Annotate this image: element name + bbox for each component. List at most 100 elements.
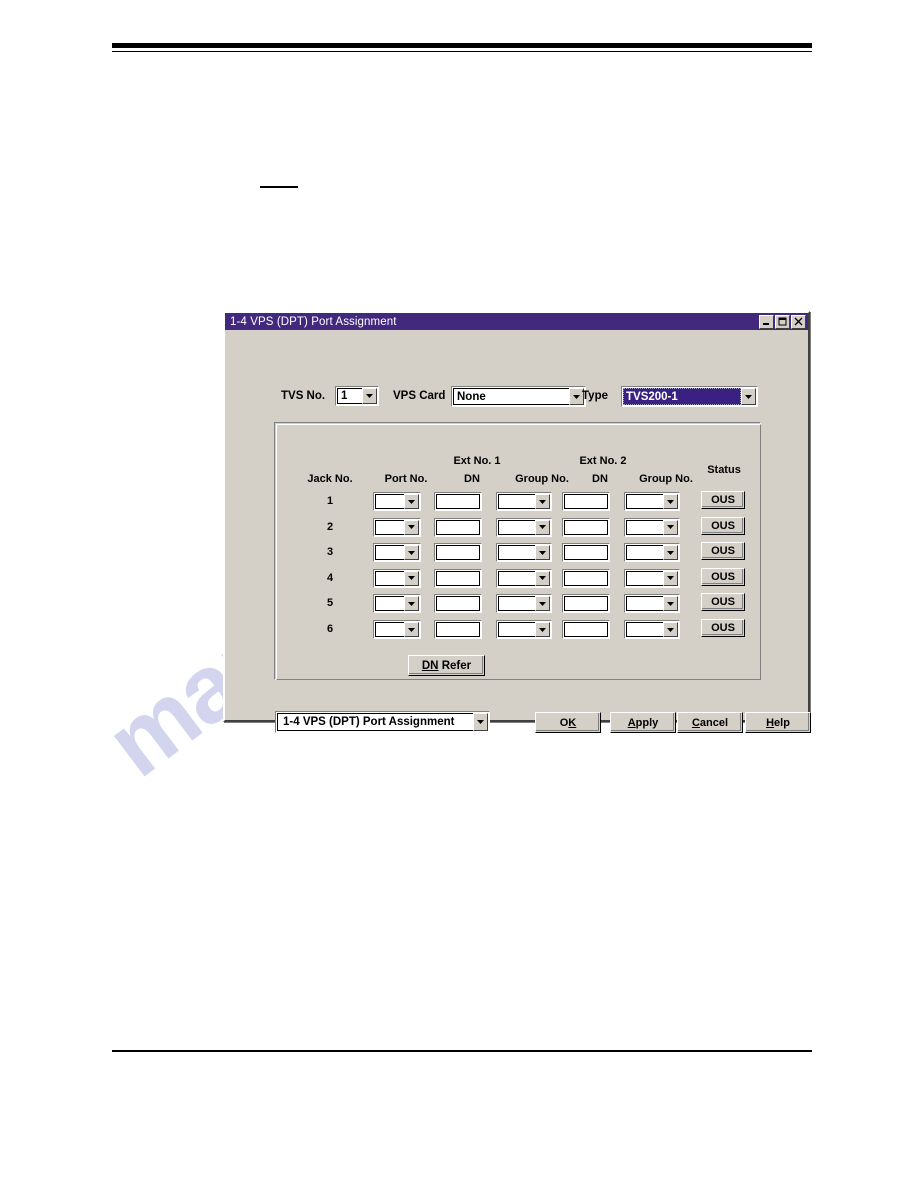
dn-2-field-row-3-value	[564, 545, 608, 561]
group-no-2-combo-row-6-arrow[interactable]	[663, 622, 678, 637]
port-no-combo-row-3-arrow[interactable]	[404, 545, 419, 561]
maximize-icon	[778, 317, 787, 326]
group-no-1-combo-row-6-arrow[interactable]	[535, 622, 550, 637]
port-no-combo-row-4-arrow[interactable]	[404, 570, 419, 586]
vps-card-combo[interactable]: None	[451, 386, 586, 407]
chevron-down-icon	[539, 601, 546, 606]
close-button[interactable]	[791, 314, 806, 329]
group-no-2-combo-row-5-arrow[interactable]	[663, 596, 678, 612]
status-button-row-5[interactable]: OUS	[701, 593, 745, 612]
help-button[interactable]: Help	[745, 712, 811, 733]
status-button-row-6[interactable]: OUS	[701, 619, 745, 637]
type-label: Type	[582, 390, 608, 402]
group-no-2-combo-row-5[interactable]	[624, 594, 680, 614]
group-no-1-combo-row-1[interactable]	[496, 492, 552, 511]
jack-no-4: 4	[326, 571, 334, 584]
group-no-2-combo-row-3-arrow[interactable]	[663, 545, 678, 561]
dn-1-field-row-3[interactable]	[434, 543, 482, 563]
tvs-no-label: TVS No.	[281, 390, 326, 402]
header-port-no: Port No.	[384, 473, 428, 485]
port-no-combo-row-6-arrow[interactable]	[404, 622, 419, 637]
group-no-2-combo-row-4-arrow[interactable]	[663, 570, 678, 586]
group-no-1-combo-row-1-arrow[interactable]	[535, 494, 550, 509]
group-no-1-combo-row-4-arrow[interactable]	[535, 570, 550, 586]
cancel-mnemonic: C	[691, 716, 700, 729]
group-no-2-combo-row-3[interactable]	[624, 543, 680, 563]
cancel-button[interactable]: Cancel	[677, 712, 743, 733]
group-no-2-combo-row-2-value-area	[626, 519, 663, 535]
group-no-2-combo-row-1-value-area	[626, 494, 663, 509]
dn-1-field-row-6[interactable]	[434, 620, 482, 639]
status-button-row-1[interactable]: OUS	[701, 491, 745, 509]
status-button-row-2[interactable]: OUS	[701, 516, 745, 535]
chevron-down-icon	[539, 550, 546, 555]
dn-2-field-row-5[interactable]	[562, 594, 610, 614]
maximize-button[interactable]	[775, 314, 790, 329]
vps-card-label: VPS Card	[393, 390, 446, 402]
chevron-down-icon	[573, 394, 580, 399]
group-no-2-combo-row-2-arrow[interactable]	[663, 519, 678, 535]
chevron-down-icon	[539, 576, 546, 581]
port-no-combo-row-5-arrow[interactable]	[404, 596, 419, 612]
group-no-2-combo-row-4[interactable]	[624, 568, 680, 588]
group-no-1-combo-row-4-value-area	[498, 570, 535, 586]
group-no-2-combo-row-2[interactable]	[624, 517, 680, 537]
dn-2-field-row-2[interactable]	[562, 517, 610, 537]
port-no-combo-row-4[interactable]	[373, 568, 421, 588]
dialog-titlebar[interactable]: 1-4 VPS (DPT) Port Assignment	[225, 313, 808, 330]
chevron-down-icon	[667, 525, 674, 530]
group-no-1-combo-row-6[interactable]	[496, 620, 552, 639]
dn-2-field-row-3[interactable]	[562, 543, 610, 563]
screen-selector-arrow[interactable]	[473, 713, 488, 731]
port-no-combo-row-6[interactable]	[373, 620, 421, 639]
status-button-row-4[interactable]: OUS	[701, 567, 745, 586]
status-button-row-3[interactable]: OUS	[701, 542, 745, 561]
chevron-down-icon	[667, 627, 674, 632]
group-no-1-combo-row-1-value-area	[498, 494, 535, 509]
screen-selector-combo[interactable]: 1-4 VPS (DPT) Port Assignment	[275, 711, 490, 733]
tvs-no-combo[interactable]: 1	[335, 386, 379, 406]
group-no-1-combo-row-3[interactable]	[496, 543, 552, 563]
port-no-combo-row-1-arrow[interactable]	[404, 494, 419, 509]
group-no-2-combo-row-1-arrow[interactable]	[663, 494, 678, 509]
dn-1-field-row-5[interactable]	[434, 594, 482, 614]
port-no-combo-row-1-value-area	[375, 494, 404, 509]
chevron-down-icon	[539, 499, 546, 504]
dn-2-field-row-6[interactable]	[562, 620, 610, 639]
port-no-combo-row-5[interactable]	[373, 594, 421, 614]
dn-refer-button[interactable]: DN Refer	[408, 655, 485, 676]
group-no-1-combo-row-5-arrow[interactable]	[535, 596, 550, 612]
group-no-1-combo-row-5-value-area	[498, 596, 535, 612]
minimize-button[interactable]	[759, 314, 774, 329]
apply-button[interactable]: Apply	[610, 712, 676, 733]
group-no-1-combo-row-5[interactable]	[496, 594, 552, 614]
group-no-1-combo-row-3-arrow[interactable]	[535, 545, 550, 561]
group-no-1-combo-row-2-arrow[interactable]	[535, 519, 550, 535]
header-dn-2: DN	[592, 473, 608, 485]
port-no-combo-row-1[interactable]	[373, 492, 421, 511]
group-no-1-combo-row-4[interactable]	[496, 568, 552, 588]
port-no-combo-row-3[interactable]	[373, 543, 421, 563]
ok-button[interactable]: OK	[535, 712, 601, 733]
port-no-combo-row-6-value-area	[375, 622, 404, 637]
port-no-combo-row-2-arrow[interactable]	[404, 519, 419, 535]
dn-2-field-row-1[interactable]	[562, 492, 610, 511]
apply-mnemonic: A	[627, 716, 636, 729]
dn-1-field-row-2[interactable]	[434, 517, 482, 537]
port-no-combo-row-4-value-area	[375, 570, 404, 586]
dn-1-field-row-1[interactable]	[434, 492, 482, 511]
group-no-1-combo-row-2[interactable]	[496, 517, 552, 537]
group-no-2-combo-row-1[interactable]	[624, 492, 680, 511]
page-header-rule-thin	[112, 51, 812, 52]
group-no-2-combo-row-6[interactable]	[624, 620, 680, 639]
dn-1-field-row-4[interactable]	[434, 568, 482, 588]
port-no-combo-row-2[interactable]	[373, 517, 421, 537]
tvs-no-combo-arrow[interactable]	[362, 388, 377, 404]
dn-2-field-row-4[interactable]	[562, 568, 610, 588]
group-no-2-combo-row-6-value-area	[626, 622, 663, 637]
group-no-1-combo-row-2-value-area	[498, 519, 535, 535]
page-text-stub-rule	[260, 186, 298, 188]
type-combo-arrow[interactable]	[741, 388, 756, 405]
type-combo[interactable]: TVS200-1	[621, 386, 758, 407]
group-no-2-combo-row-4-value-area	[626, 570, 663, 586]
